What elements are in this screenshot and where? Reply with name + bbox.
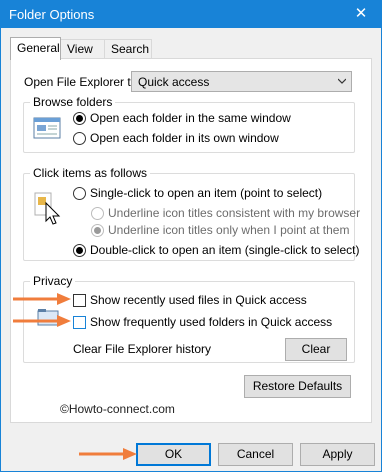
frequent-folders-label: Show frequently used folders in Quick ac… (90, 315, 333, 329)
radio-underline-browser[interactable] (91, 207, 104, 220)
annotation-arrow-icon (13, 293, 71, 305)
watermark-text: ©Howto-connect.com (60, 402, 175, 416)
radio-selected-dot (76, 115, 83, 122)
open-explorer-label: Open File Explorer to: (24, 75, 141, 89)
tab-view[interactable]: View (60, 39, 105, 59)
browse-folders-group: Browse folders Open each folder in the s… (23, 95, 355, 153)
restore-defaults-label: Restore Defaults (252, 379, 343, 393)
radio-double-click[interactable] (73, 244, 86, 257)
close-button[interactable]: ✕ (341, 1, 381, 28)
radio-selected-dot (94, 227, 101, 234)
underline-point-label: Underline icon titles only when I point … (108, 223, 350, 237)
double-click-label: Double-click to open an item (single-cli… (90, 243, 360, 257)
radio-selected-dot (76, 247, 83, 254)
clear-history-label: Clear File Explorer history (73, 342, 212, 356)
privacy-legend: Privacy (30, 274, 76, 288)
checkbox-frequent-folders[interactable] (73, 316, 86, 329)
click-items-group: Click items as follows Single-click to o… (23, 166, 360, 261)
ok-button-label: OK (164, 447, 183, 461)
folder-options-window: Folder Options ✕ General View Search Ope… (0, 0, 382, 472)
radio-own-window[interactable] (73, 132, 86, 145)
tab-general-label: General (17, 41, 60, 55)
clear-history-button[interactable]: Clear (285, 338, 347, 361)
tab-general[interactable]: General (10, 37, 61, 60)
general-tab-panel: Open File Explorer to: Quick access Brow… (10, 58, 372, 423)
tab-view-label: View (67, 42, 93, 56)
open-explorer-value: Quick access (138, 75, 210, 89)
restore-defaults-button[interactable]: Restore Defaults (244, 375, 351, 398)
tab-search[interactable]: Search (104, 39, 152, 59)
title-bar: Folder Options ✕ (1, 1, 381, 28)
cancel-button-label: Cancel (236, 447, 275, 461)
open-explorer-dropdown[interactable]: Quick access (131, 71, 352, 92)
same-window-label: Open each folder in the same window (90, 111, 291, 125)
ok-button[interactable]: OK (136, 443, 211, 466)
pointer-click-icon (34, 192, 61, 225)
chevron-down-icon (338, 78, 346, 84)
browse-folders-legend: Browse folders (30, 95, 116, 109)
underline-browser-label: Underline icon titles consistent with my… (108, 206, 361, 220)
own-window-label: Open each folder in its own window (90, 131, 279, 145)
radio-same-window[interactable] (73, 112, 86, 125)
cancel-button[interactable]: Cancel (218, 443, 293, 466)
recent-files-label: Show recently used files in Quick access (90, 293, 307, 307)
apply-button-label: Apply (322, 447, 353, 461)
annotation-arrow-icon (79, 448, 137, 460)
folder-window-icon (33, 117, 61, 139)
click-items-legend: Click items as follows (30, 166, 151, 180)
single-click-label: Single-click to open an item (point to s… (90, 186, 323, 200)
radio-single-click[interactable] (73, 187, 86, 200)
clear-button-label: Clear (301, 342, 331, 356)
window-title: Folder Options (9, 7, 95, 22)
tab-search-label: Search (111, 42, 150, 56)
apply-button[interactable]: Apply (300, 443, 375, 466)
checkbox-recent-files[interactable] (73, 294, 86, 307)
annotation-arrow-icon (13, 315, 71, 327)
radio-underline-point[interactable] (91, 224, 104, 237)
